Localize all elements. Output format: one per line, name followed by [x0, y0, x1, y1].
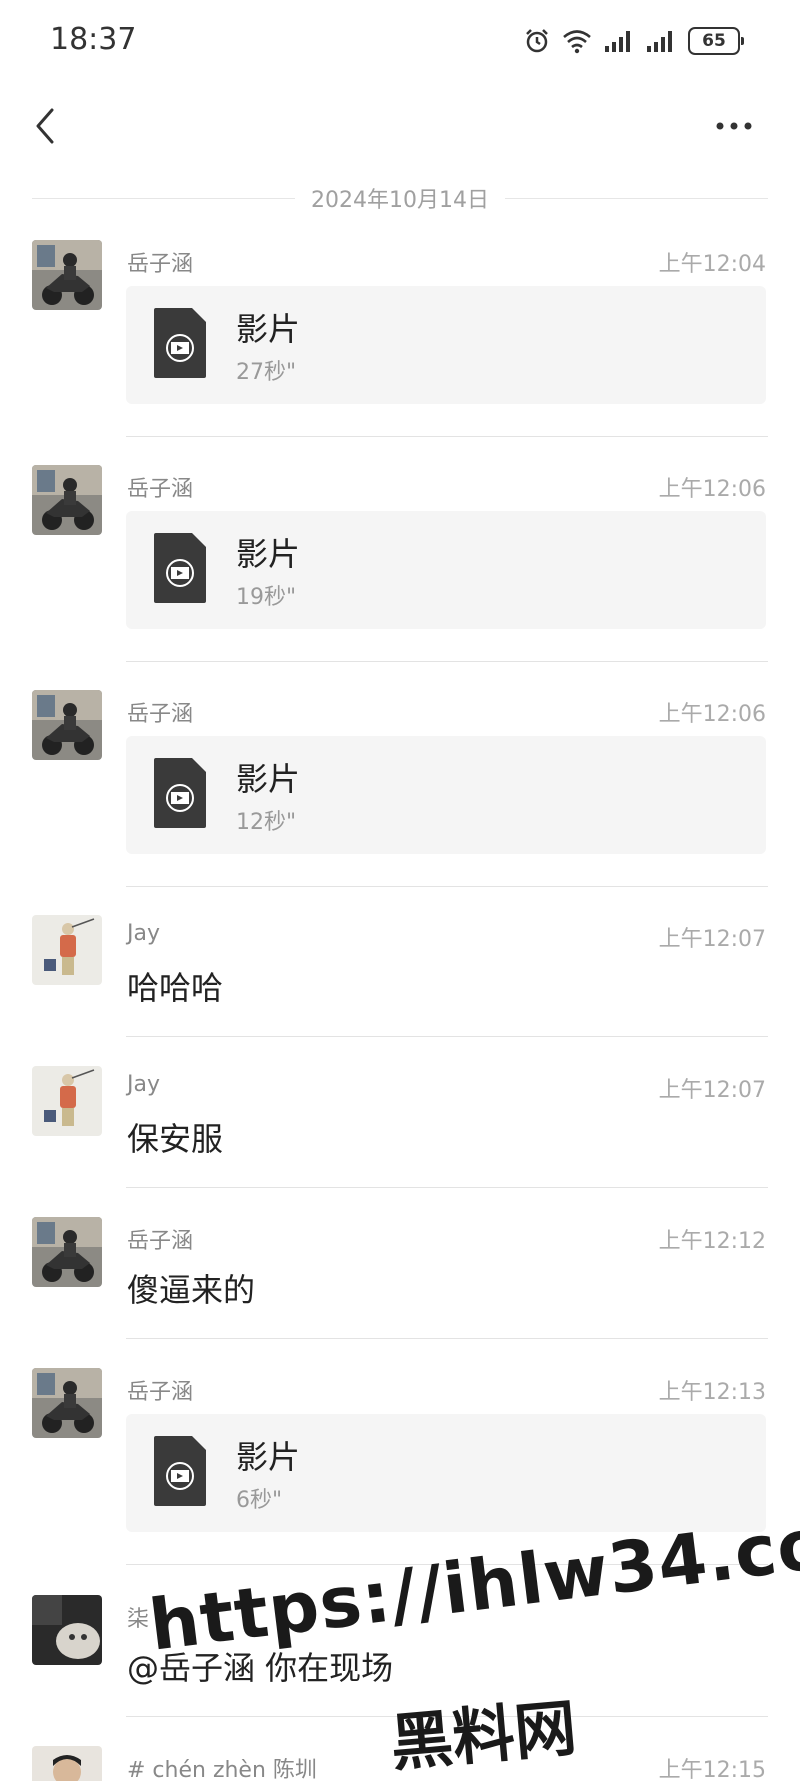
video-file-icon: [154, 1436, 206, 1506]
video-file-icon: [154, 758, 206, 828]
message-time: 上午12:06: [658, 702, 766, 727]
file-duration: 6秒": [236, 1488, 283, 1513]
message-divider: [126, 1338, 768, 1339]
video-file-icon: [154, 533, 206, 603]
sender-name: 岳子涵: [127, 1380, 194, 1405]
file-title: 影片: [236, 760, 301, 798]
sender-name: 岳子涵: [127, 477, 194, 502]
file-duration: 27秒": [236, 360, 297, 385]
divider-line: [505, 197, 769, 199]
video-attachment[interactable]: 影片 6秒": [126, 1414, 766, 1532]
more-horizontal-icon[interactable]: [714, 116, 754, 136]
sender-name: Jay: [127, 921, 160, 946]
message-text: 哈哈哈: [127, 969, 224, 1007]
sender-name: 柒 ~: [127, 1607, 175, 1632]
message-time: 上午12:12: [658, 1229, 766, 1254]
message-divider: [126, 1716, 768, 1717]
message-time: 上午12:07: [658, 1078, 766, 1103]
chevron-left-icon[interactable]: [26, 104, 66, 148]
battery-icon: 65: [688, 27, 744, 55]
avatar[interactable]: [32, 465, 102, 535]
status-icons: 65: [524, 24, 744, 58]
file-title: 影片: [236, 535, 301, 573]
status-bar: 18:37 65: [0, 0, 800, 80]
message-divider: [126, 1564, 768, 1565]
message-text: @岳子涵 你在现场: [127, 1649, 394, 1687]
file-duration: 19秒": [236, 585, 297, 610]
message-divider: [126, 436, 768, 437]
date-label: 2024年10月14日: [311, 188, 489, 213]
file-title: 影片: [236, 1438, 301, 1476]
avatar[interactable]: [32, 240, 102, 310]
message-time: 上午12:04: [658, 252, 766, 277]
message-text: 傻逼来的: [127, 1271, 256, 1309]
avatar[interactable]: [32, 1746, 102, 1781]
message-divider: [126, 661, 768, 662]
avatar[interactable]: [32, 1595, 102, 1665]
message-divider: [126, 886, 768, 887]
avatar[interactable]: [32, 1368, 102, 1438]
sender-name: # chén zhèn 陈圳: [127, 1758, 317, 1781]
message-text: 保安服: [127, 1120, 224, 1158]
sender-name: 岳子涵: [127, 252, 194, 277]
divider-line: [32, 197, 296, 199]
top-bar: [0, 90, 800, 160]
date-divider: 2024年10月14日: [32, 178, 769, 218]
watermark-name: 黑料网: [387, 1691, 580, 1780]
avatar[interactable]: [32, 690, 102, 760]
sender-name: 岳子涵: [127, 1229, 194, 1254]
sender-name: 岳子涵: [127, 702, 194, 727]
video-attachment[interactable]: 影片 27秒": [126, 286, 766, 404]
avatar[interactable]: [32, 1217, 102, 1287]
video-attachment[interactable]: 影片 12秒": [126, 736, 766, 854]
video-attachment[interactable]: 影片 19秒": [126, 511, 766, 629]
message-time: 上午12:15: [658, 1758, 766, 1781]
alarm-icon: [526, 29, 548, 53]
message-divider: [126, 1036, 768, 1037]
file-duration: 12秒": [236, 810, 297, 835]
clock: 18:37: [50, 22, 137, 57]
file-title: 影片: [236, 310, 301, 348]
sender-name: Jay: [127, 1072, 160, 1097]
message-time: 上午12:13: [658, 1380, 766, 1405]
message-divider: [126, 1187, 768, 1188]
battery-level: 65: [702, 31, 726, 51]
video-file-icon: [154, 308, 206, 378]
signal-icon: [647, 31, 672, 52]
signal-icon: [605, 31, 630, 52]
avatar[interactable]: [32, 1066, 102, 1136]
avatar[interactable]: [32, 915, 102, 985]
message-time: 上午12:07: [658, 927, 766, 952]
wifi-icon: [563, 30, 591, 54]
message-time: 上午12:06: [658, 477, 766, 502]
